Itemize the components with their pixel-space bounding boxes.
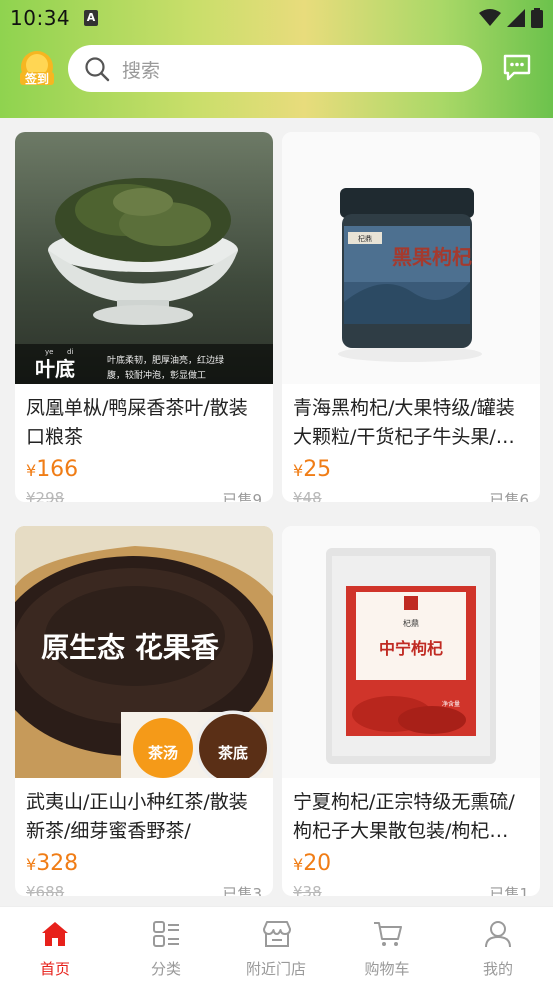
search-bar[interactable]: 搜索 <box>68 45 482 92</box>
price-value: 328 <box>36 851 79 876</box>
product-card[interactable]: 原生态 花果香 茶汤 茶底 武夷山/正山小种红茶/散装新茶/细芽蜜香野茶/ ¥3… <box>15 526 273 896</box>
original-price: ¥298 <box>26 489 65 502</box>
tab-label: 分类 <box>150 960 181 978</box>
currency-symbol: ¥ <box>26 461 37 480</box>
tea-bowl-illustration: 叶底 ye di 叶底柔韧，肥厚油亮，红边绿 腹，较耐冲泡，彰显做工 <box>15 178 273 384</box>
jar-label: 黑果枸杞 <box>392 245 472 269</box>
black-tea-basket-illustration: 原生态 花果香 茶汤 茶底 <box>15 526 273 778</box>
product-price: ¥328 <box>26 851 78 876</box>
tab-label: 购物车 <box>364 960 410 978</box>
signal-icon <box>507 9 525 27</box>
sold-count: 已售6 <box>489 491 529 502</box>
category-icon <box>153 921 179 947</box>
image-desc-2: 腹，较耐冲泡，彰显做工 <box>107 369 206 381</box>
product-price: ¥25 <box>293 457 331 482</box>
tab-label: 附近门店 <box>245 960 306 978</box>
product-card[interactable]: 叶底 ye di 叶底柔韧，肥厚油亮，红边绿 腹，较耐冲泡，彰显做工 凤凰单枞/… <box>15 132 273 502</box>
product-title: 青海黑枸杞/大果特级/罐装大颗粒/干货杞子牛头果/… <box>293 397 515 448</box>
bag-brand: 杞鼎 <box>403 618 419 628</box>
price-value: 20 <box>303 851 332 876</box>
product-title: 宁夏枸杞/正宗特级无熏硫/枸杞子大果散包装/枸杞… <box>293 791 515 842</box>
image-tag-2: 茶底 <box>218 744 248 762</box>
signin-button[interactable]: 签到 <box>20 50 54 88</box>
currency-symbol: ¥ <box>26 855 37 874</box>
image-desc-1: 叶底柔韧，肥厚油亮，红边绿 <box>107 354 224 366</box>
goji-bag-illustration: 杞鼎 中宁枸杞 净含量 <box>326 548 496 764</box>
search-icon <box>85 57 110 82</box>
sold-count: 已售9 <box>222 491 262 502</box>
original-price: ¥38 <box>293 883 322 896</box>
signin-coin-icon: 签到 <box>20 51 54 86</box>
store-icon <box>263 921 291 947</box>
sold-count: 已售3 <box>222 885 262 896</box>
product-card[interactable]: 杞鼎 黑果枸杞 青海黑枸杞/大果特级/罐装大颗粒/干货杞子牛头果/… ¥25 ¥… <box>282 132 540 502</box>
product-grid: 叶底 ye di 叶底柔韧，肥厚油亮，红边绿 腹，较耐冲泡，彰显做工 凤凰单枞/… <box>0 118 553 906</box>
battery-icon <box>531 8 543 28</box>
bag-net-weight: 净含量 <box>442 700 460 708</box>
image-pinyin-1: ye <box>45 348 53 356</box>
product-image-oolong-tea: 叶底 ye di 叶底柔韧，肥厚油亮，红边绿 腹，较耐冲泡，彰显做工 <box>15 132 273 384</box>
product-title: 武夷山/正山小种红茶/散装新茶/细芽蜜香野茶/ <box>26 791 248 842</box>
product-image-black-tea: 原生态 花果香 茶汤 茶底 <box>15 526 273 778</box>
signin-label: 签到 <box>24 71 49 86</box>
image-tag-1: 茶汤 <box>148 744 178 762</box>
tab-category[interactable]: 分类 <box>111 907 221 984</box>
user-icon <box>485 921 511 948</box>
image-main-text: 叶底 <box>35 357 75 381</box>
home-icon <box>42 922 68 946</box>
tab-nearby-stores[interactable]: 附近门店 <box>221 907 331 984</box>
currency-symbol: ¥ <box>293 855 304 874</box>
tab-cart[interactable]: 购物车 <box>332 907 442 984</box>
product-price: ¥20 <box>293 851 331 876</box>
tab-me[interactable]: 我的 <box>443 907 553 984</box>
image-pinyin-2: di <box>67 348 73 356</box>
image-slogan: 原生态 花果香 <box>41 631 219 664</box>
price-value: 25 <box>303 457 332 482</box>
cart-icon <box>374 922 402 946</box>
header-background: 10:34 A 签到 搜索 <box>0 0 553 118</box>
search-placeholder: 搜索 <box>122 60 161 82</box>
product-title: 凤凰单枞/鸭屎香茶叶/散装口粮茶 <box>26 397 248 448</box>
product-price: ¥166 <box>26 457 78 482</box>
tab-label: 我的 <box>482 960 513 978</box>
product-image-goji-bag: 杞鼎 中宁枸杞 净含量 <box>282 526 540 778</box>
tab-label: 首页 <box>39 960 70 978</box>
message-icon[interactable] <box>502 53 532 81</box>
goji-jar-illustration: 杞鼎 黑果枸杞 <box>338 188 482 362</box>
product-card[interactable]: 杞鼎 中宁枸杞 净含量 宁夏枸杞/正宗特级无熏硫/枸杞子大果散包装/枸杞… ¥2… <box>282 526 540 896</box>
bag-label: 中宁枸杞 <box>379 639 443 658</box>
sold-count: 已售1 <box>489 885 529 896</box>
notification-a-icon: A <box>84 10 98 26</box>
wifi-icon <box>479 9 501 26</box>
price-value: 166 <box>36 457 79 482</box>
original-price: ¥48 <box>293 489 322 502</box>
jar-brand: 杞鼎 <box>358 234 372 243</box>
currency-symbol: ¥ <box>293 461 304 480</box>
status-bar: 10:34 A <box>0 0 553 38</box>
tab-home[interactable]: 首页 <box>0 907 110 984</box>
status-time: 10:34 <box>10 6 71 30</box>
original-price: ¥688 <box>26 883 65 896</box>
product-image-black-goji-jar: 杞鼎 黑果枸杞 <box>282 132 540 384</box>
bottom-tab-bar: 首页 分类 附近门店 购物车 我的 <box>0 906 553 984</box>
